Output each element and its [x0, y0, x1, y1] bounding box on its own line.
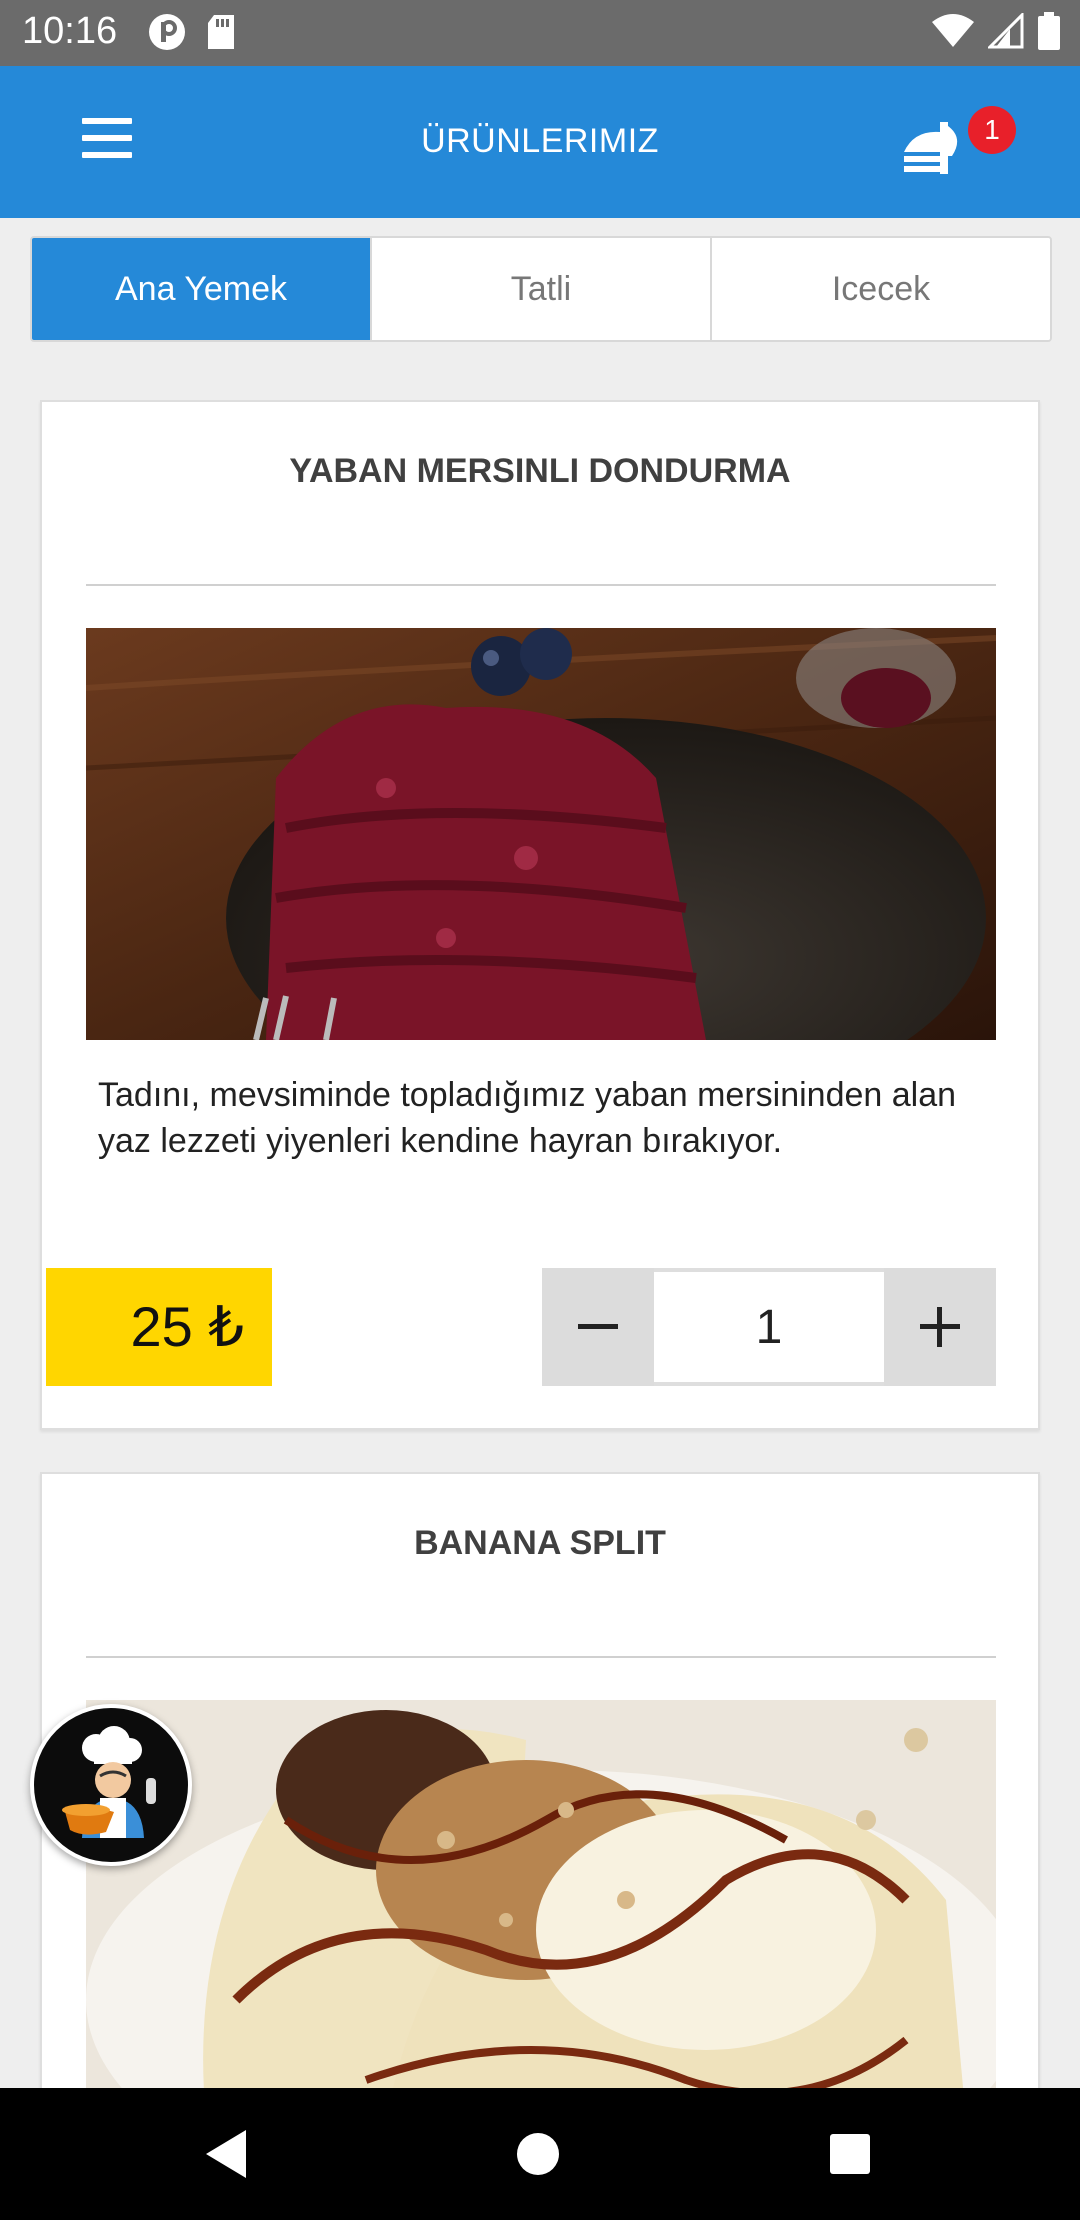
divider [86, 1656, 996, 1658]
product-card: BANANA SPLIT [40, 1472, 1040, 2172]
wifi-icon [932, 14, 974, 47]
notification-p-icon [149, 14, 185, 50]
chef-button[interactable] [30, 1704, 192, 1866]
plus-icon [920, 1307, 960, 1347]
tab-icecek[interactable]: Icecek [712, 238, 1050, 340]
home-icon[interactable] [506, 2122, 570, 2186]
banana-split-image [86, 1700, 996, 2120]
status-right-icons [932, 12, 1060, 50]
sd-card-icon [208, 15, 234, 49]
status-time: 10:16 [22, 10, 118, 52]
status-bar: 10:16 [0, 0, 1080, 66]
divider [86, 584, 996, 586]
minus-icon [578, 1324, 618, 1329]
recents-icon[interactable] [818, 2122, 882, 2186]
signal-icon [988, 13, 1024, 49]
blueberry-sorbet-image [86, 628, 996, 1040]
food-cart-icon [904, 122, 958, 174]
decrease-quantity-button[interactable] [542, 1268, 654, 1386]
navigation-bar [0, 2088, 1080, 2220]
cart-badge: 1 [968, 106, 1016, 154]
tab-ana-yemek[interactable]: Ana Yemek [32, 238, 372, 340]
price-tag: 25 ₺ [46, 1268, 272, 1386]
category-tabs: Ana Yemek Tatli Icecek [30, 236, 1052, 342]
cart-button[interactable]: 1 [900, 106, 1020, 186]
status-left-icons [148, 13, 236, 51]
quantity-stepper: 1 [542, 1268, 996, 1386]
back-icon[interactable] [194, 2122, 258, 2186]
increase-quantity-button[interactable] [884, 1268, 996, 1386]
product-title: BANANA SPLIT [414, 1524, 666, 1562]
tab-tatli[interactable]: Tatli [372, 238, 712, 340]
product-title: YABAN MERSINLI DONDURMA [289, 452, 791, 490]
battery-icon [1038, 12, 1060, 50]
quantity-value[interactable]: 1 [654, 1272, 884, 1382]
product-card: YABAN MERSINLI DONDURMA Tadını, mevsimin… [40, 400, 1040, 1430]
product-description: Tadını, mevsiminde topladığımız yaban me… [98, 1076, 957, 1160]
app-bar: ÜRÜNLERIMIZ 1 [0, 66, 1080, 218]
chef-icon [62, 1726, 156, 1838]
